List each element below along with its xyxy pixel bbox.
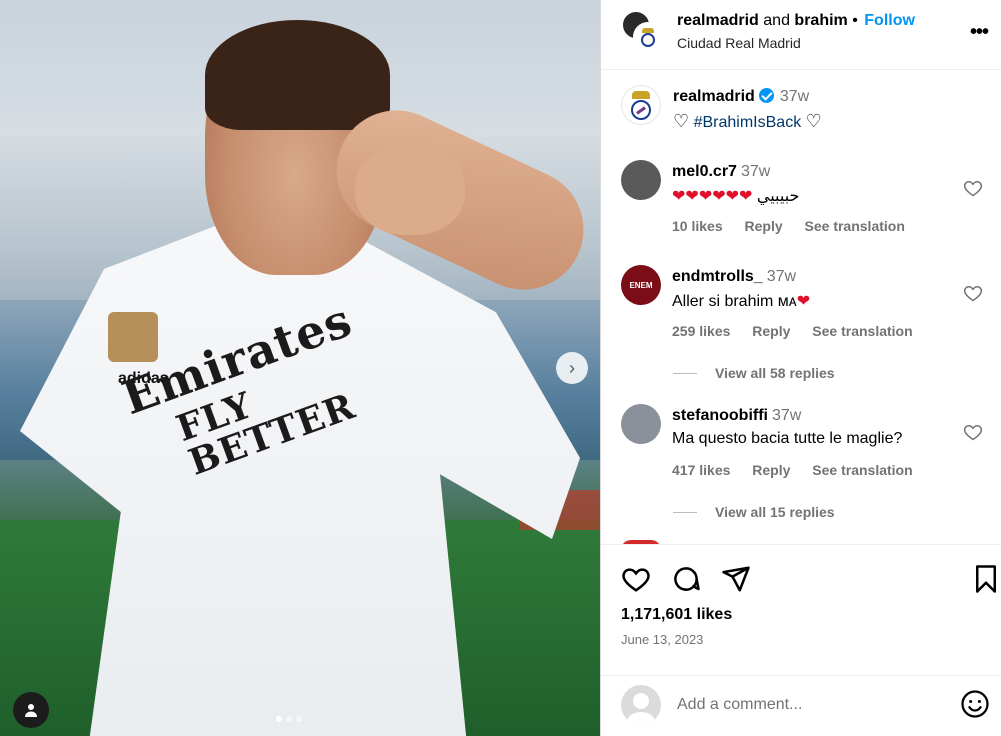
player-fist [355,145,465,235]
view-replies-label: View all 58 replies [715,365,835,381]
comment-text: Aller si brahim ᴍᴀ❤ [672,291,811,311]
comment-meta: 10 likes Reply See translation [672,218,923,234]
player-hair [205,20,390,130]
collab-avatars[interactable] [621,10,663,52]
comments-list[interactable]: realmadrid 37w ♡ #BrahimIsBack ♡ mel0.cr7… [601,70,1001,545]
view-replies-button[interactable]: View all 58 replies [673,365,835,381]
avatar[interactable] [621,540,661,544]
heart-outline-icon: ♡ [805,111,822,131]
caption-author: realmadrid 37w [673,88,809,106]
crown-icon [632,90,650,99]
hashtag-link[interactable]: #BrahimIsBack [694,114,802,131]
avatar[interactable] [621,85,661,125]
emoji-icon[interactable] [960,689,990,719]
reply-button[interactable]: Reply [745,218,783,234]
post-side-panel: realmadrid and brahim • Follow Ciudad Re… [600,0,1001,736]
comment-input[interactable] [677,691,947,719]
tagged-users-button[interactable] [13,692,49,728]
red-hearts: ❤❤❤❤❤❤ [672,188,753,205]
comment-composer [601,677,1001,736]
like-count[interactable]: 1,171,601 likes [621,606,732,624]
replies-divider [673,372,697,374]
comment-author: mel0.cr7 37w [672,163,770,181]
avatar[interactable] [621,160,661,200]
crown-icon [642,27,654,33]
comment-timestamp[interactable]: 37w [741,163,770,180]
username-link[interactable]: stefanoobiffi [672,407,768,424]
more-options-icon[interactable]: ••• [967,20,991,44]
comment-likes[interactable]: 10 likes [672,218,723,234]
see-translation-button[interactable]: See translation [812,323,912,339]
location-link[interactable]: Ciudad Real Madrid [677,35,801,51]
heart-outline-icon[interactable] [963,178,983,198]
view-replies-button[interactable]: View all 15 replies [673,504,835,520]
username-link[interactable]: realmadrid [673,88,755,105]
carousel-dot [276,716,282,722]
post-media[interactable]: adidas Emirates FLY BETTER › [0,0,600,736]
comment-bubble-icon[interactable] [671,564,701,594]
person-icon [25,704,37,717]
view-replies-label: View all 15 replies [715,504,835,520]
post-authors: realmadrid and brahim • Follow [677,12,915,30]
see-translation-button[interactable]: See translation [812,462,912,478]
author-link-realmadrid[interactable]: realmadrid [677,12,759,29]
avatar[interactable]: ENEM [621,265,661,305]
verified-badge-icon [758,88,774,103]
crest-icon [641,32,655,47]
reply-button[interactable]: Reply [752,323,790,339]
post-date[interactable]: June 13, 2023 [621,632,703,647]
share-send-icon[interactable] [721,564,751,594]
carousel-dot [296,716,302,722]
current-user-avatar [621,685,661,725]
author-link-brahim[interactable]: brahim [794,12,847,29]
heart-outline-icon[interactable] [963,283,983,303]
carousel-dot [286,716,292,722]
comment-likes[interactable]: 259 likes [672,323,730,339]
caption-timestamp[interactable]: 37w [780,88,809,105]
comment-timestamp[interactable]: 37w [772,407,801,424]
see-translation-button[interactable]: See translation [805,218,905,234]
heart-outline-icon: ♡ [673,111,690,131]
avatar[interactable] [621,404,661,444]
replies-divider [673,511,697,513]
comment-text: ❤❤❤❤❤❤ حبيبيي [672,186,799,206]
comment-likes[interactable]: 417 likes [672,462,730,478]
comment-meta: 259 likes Reply See translation [672,323,931,339]
save-bookmark-icon[interactable] [971,564,1001,594]
comment-timestamp[interactable]: 37w [767,268,796,285]
red-heart: ❤ [796,293,812,310]
caption-text: ♡ #BrahimIsBack ♡ [673,111,822,132]
follow-button[interactable]: Follow [864,12,915,29]
chevron-right-icon: › [569,357,575,378]
fifa-champions-badge [108,312,158,362]
comment-author: endmtrolls_ 37w [672,268,796,286]
username-link[interactable]: endmtrolls_ [672,268,763,285]
comment-meta: 417 likes Reply See translation [672,462,931,478]
post-header: realmadrid and brahim • Follow Ciudad Re… [601,0,1001,70]
crest-icon [631,99,651,120]
comment-body: Aller si brahim ᴍᴀ [672,293,797,310]
carousel-indicator [276,716,302,722]
comment-text: Ma questo bacia tutte le maglie? [672,430,903,447]
carousel-next-button[interactable]: › [556,352,588,384]
authors-joiner: and [763,12,790,29]
comment-author: stefanoobiffi 37w [672,407,801,425]
post-actions: 1,171,601 likes June 13, 2023 [601,546,1001,676]
dot-separator: • [852,12,858,29]
avatar-realmadrid[interactable] [633,22,663,52]
heart-outline-icon[interactable] [963,422,983,442]
comment-body: حبيبيي [756,188,800,205]
reply-button[interactable]: Reply [752,462,790,478]
username-link[interactable]: mel0.cr7 [672,163,737,180]
like-heart-icon[interactable] [621,564,651,594]
